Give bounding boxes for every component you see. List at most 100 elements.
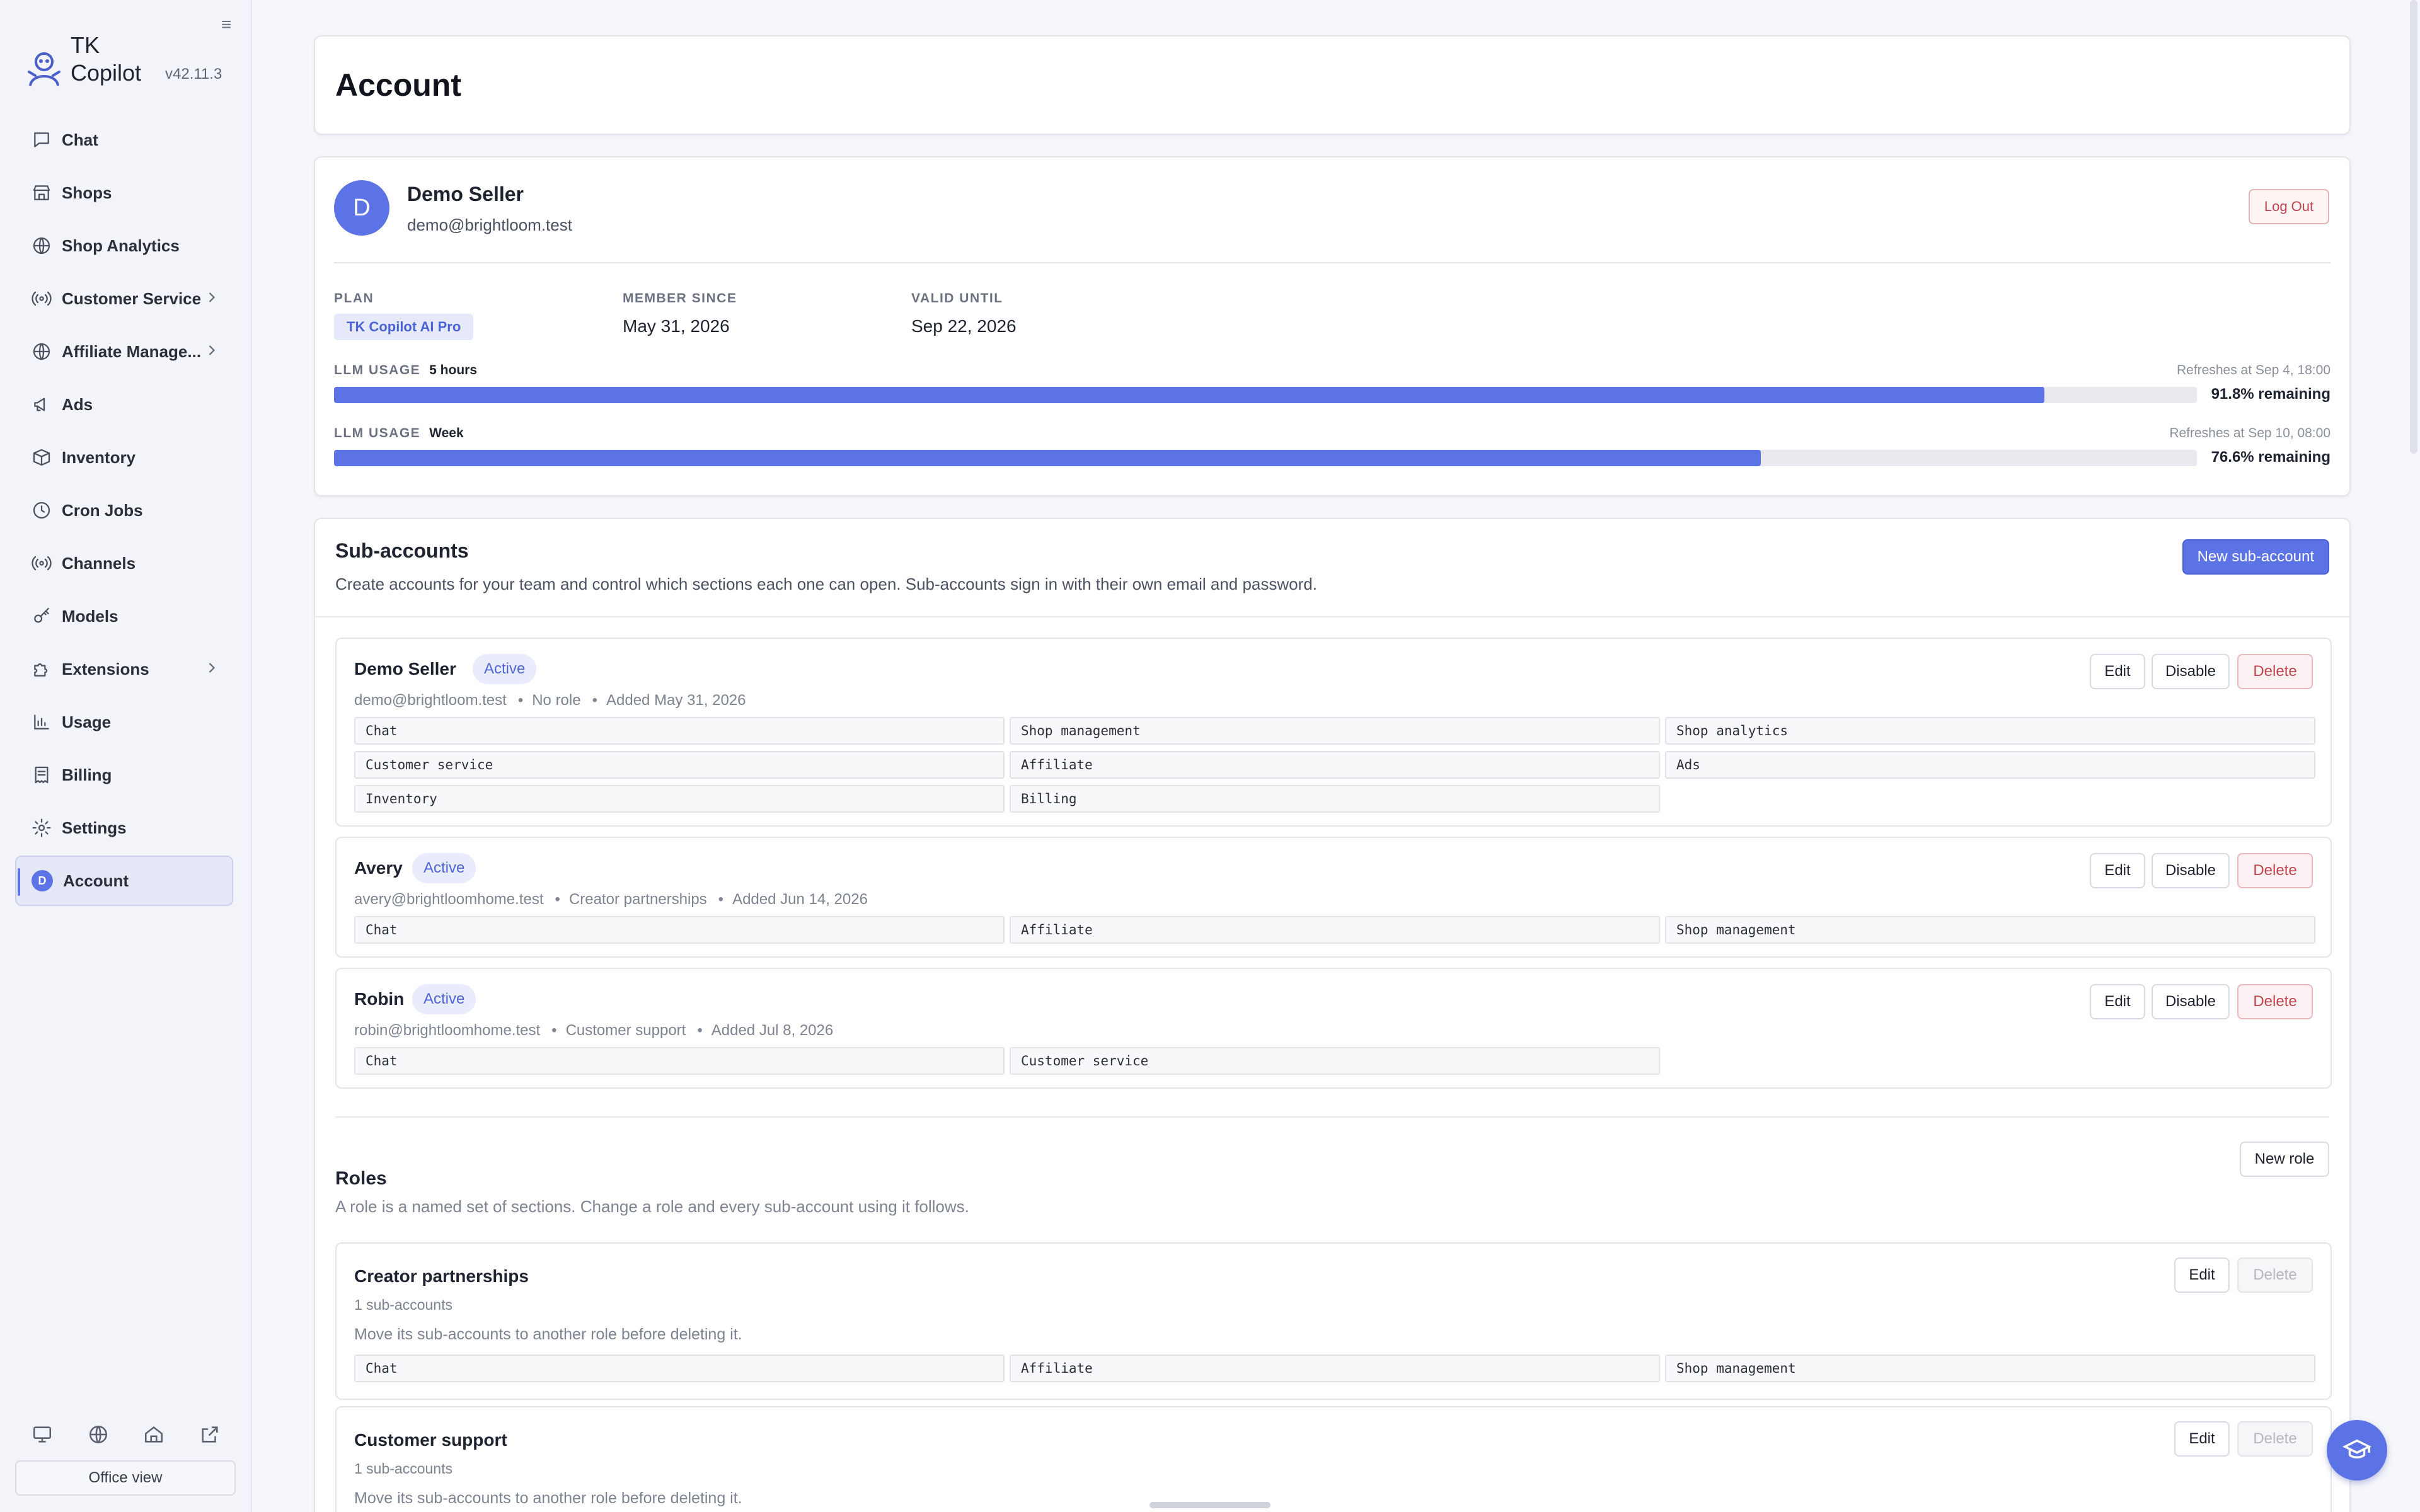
usage-bar-fill [334,450,1761,466]
sidebar-item-settings[interactable]: Settings [15,803,233,853]
section-chips: Chat Affiliate Shop management [354,1354,2315,1382]
delete-button[interactable]: Delete [2237,853,2313,888]
sidebar-item-models[interactable]: Models [15,591,233,641]
sidebar-item-label: Customer Service [62,289,202,308]
home-icon[interactable] [143,1424,164,1445]
disable-button[interactable]: Disable [2152,654,2230,689]
store-icon [33,185,50,200]
divider [315,616,2349,617]
role-count: 1 sub-accounts [354,1460,452,1477]
sidebar-item-usage[interactable]: Usage [15,697,233,747]
section-chip: Customer service [354,751,1005,779]
avatar: D [334,180,389,236]
globe-icon [33,237,50,255]
brand: TK Copilot v42.11.3 [25,32,239,94]
valid-until-label: VALID UNTIL [911,291,1003,306]
sidebar-item-ads[interactable]: Ads [15,379,233,430]
gear-icon [32,818,51,837]
usage-bar [334,450,2197,466]
sidebar-item-label: Extensions [62,659,149,679]
chat-icon [34,132,49,147]
section-chip: Shop management [1665,1354,2315,1382]
chevron-right-icon [209,345,216,355]
usage-label: LLM USAGE 5 hours [334,363,477,378]
profile-card: D Demo Seller demo@brightloom.test Log O… [314,156,2351,496]
active-indicator [18,868,20,896]
edit-button[interactable]: Edit [2090,984,2145,1019]
usage-remaining: 91.8% remaining [2211,386,2331,403]
sidebar-item-billing[interactable]: Billing [15,750,233,800]
office-view-button[interactable]: Office view [15,1460,236,1496]
plan-badge: TK Copilot AI Pro [334,314,474,340]
separator-dot: • [551,1022,557,1039]
new-role-button[interactable]: New role [2240,1142,2329,1177]
sidebar-item-affiliate-manage[interactable]: Affiliate Manage... [15,326,233,377]
sidebar-item-label: Shop Analytics [62,236,180,255]
member-since-value: May 31, 2026 [623,316,730,336]
disable-button[interactable]: Disable [2152,984,2230,1019]
sidebar-item-customer-service[interactable]: Customer Service [15,273,233,324]
subaccount-email: demo@brightloom.test [354,692,507,709]
sidebar-item-chat[interactable]: Chat [15,115,233,165]
role-name: Customer support [354,1430,507,1450]
sidebar-item-channels[interactable]: Channels [15,538,233,588]
member-since-label: MEMBER SINCE [623,291,737,306]
globe-icon[interactable] [88,1424,109,1445]
section-chip: Chat [354,1047,1005,1075]
subaccount-added: Added Jul 8, 2026 [711,1022,834,1039]
section-chip: Chat [354,916,1005,944]
role-name: Creator partnerships [354,1266,529,1286]
edit-button[interactable]: Edit [2090,853,2145,888]
subaccount-role: No role [532,692,581,709]
sidebar-item-label: Shops [62,183,112,202]
scrollbar-thumb[interactable] [2410,0,2417,454]
role-note: Move its sub-accounts to another role be… [354,1489,742,1507]
sidebar-nav: Chat Shops Shop Analytics Customer Service A… [15,115,233,908]
sidebar-item-label: Cron Jobs [62,500,143,520]
edit-button[interactable]: Edit [2174,1421,2230,1457]
delete-button[interactable]: Delete [2237,654,2313,689]
valid-until-value: Sep 22, 2026 [911,316,1017,336]
usage-bar-fill [334,387,2044,403]
edit-button[interactable]: Edit [2090,654,2145,689]
section-chip: Billing [1010,785,1660,813]
sidebar-item-account[interactable]: D Account [15,856,233,906]
main-content: Account D Demo Seller demo@brightloom.te… [314,35,2351,1512]
monitor-icon[interactable] [32,1424,53,1445]
sidebar-item-extensions[interactable]: Extensions [15,644,233,694]
sidebar-item-cron-jobs[interactable]: Cron Jobs [15,485,233,536]
subaccount-role: Customer support [565,1022,686,1039]
logout-button[interactable]: Log Out [2249,189,2329,224]
sidebar-item-label: Usage [62,712,112,731]
help-button[interactable] [2327,1420,2387,1480]
section-chip: Shop analytics [1665,717,2315,745]
new-subaccount-button[interactable]: New sub-account [2182,539,2329,575]
sidebar-item-label: Channels [62,553,136,573]
sidebar-item-inventory[interactable]: Inventory [15,432,233,483]
subaccount-meta: demo@brightloom.test • No role • Added May 3… [354,692,746,709]
subaccount-name: Avery [354,858,403,878]
subaccount-added: Added Jun 14, 2026 [732,891,868,908]
clock-icon [33,501,50,519]
usage-window: 5 hours [429,363,478,377]
disable-button[interactable]: Disable [2152,853,2230,888]
plan-label: PLAN [334,291,374,306]
profile-name: Demo Seller [407,183,524,205]
sidebar-item-shops[interactable]: Shops [15,168,233,218]
external-link-icon[interactable] [199,1424,221,1445]
roles-title: Roles [335,1168,387,1189]
sidebar-item-label: Models [62,606,118,626]
horizontal-scrollbar-thumb[interactable] [1150,1502,1270,1508]
sidebar-collapse-icon[interactable]: ≡ [217,15,236,34]
sidebar-item-label: Settings [62,818,127,837]
delete-button[interactable]: Delete [2237,984,2313,1019]
section-chip: Ads [1665,751,2315,779]
edit-button[interactable]: Edit [2174,1257,2230,1293]
sidebar-item-shop-analytics[interactable]: Shop Analytics [15,220,233,271]
graduation-cap-icon [2342,1439,2371,1458]
page-scrollbar[interactable] [2407,0,2420,1512]
section-chip: Affiliate [1010,751,1660,779]
subaccount-added: Added May 31, 2026 [606,692,746,709]
delete-button[interactable]: Delete [2237,1257,2313,1293]
delete-button[interactable]: Delete [2237,1421,2313,1457]
